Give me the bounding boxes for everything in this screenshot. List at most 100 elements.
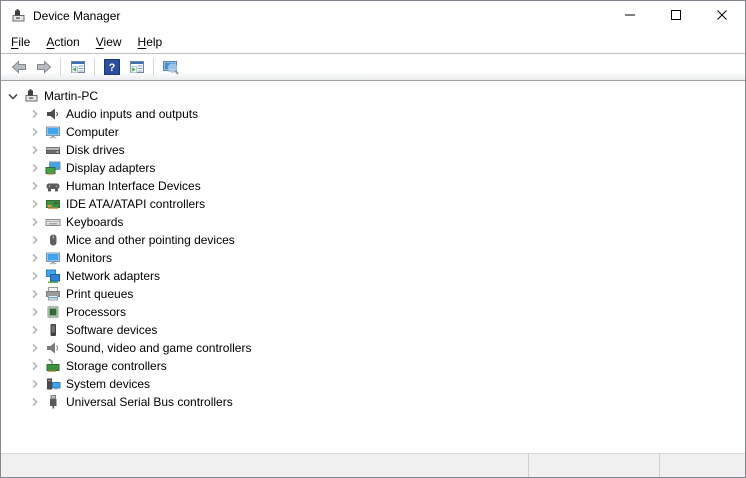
printer-icon (45, 286, 61, 302)
tree-item[interactable]: Keyboards (27, 213, 745, 231)
tree-item[interactable]: Computer (27, 123, 745, 141)
keyboard-icon (45, 214, 61, 230)
console-tree-icon (70, 59, 86, 75)
computer-icon (45, 124, 61, 140)
tree-item[interactable]: Mice and other pointing devices (27, 231, 745, 249)
software-icon (45, 322, 61, 338)
chevron-right-icon[interactable] (27, 394, 43, 410)
tree-item[interactable]: Monitors (27, 249, 745, 267)
tree-item[interactable]: Network adapters (27, 267, 745, 285)
show-hide-console-tree-button[interactable] (65, 56, 90, 78)
menu-item-help[interactable]: Help (130, 32, 171, 52)
title-bar[interactable]: Device Manager (1, 1, 745, 31)
svg-text:?: ? (108, 62, 115, 74)
tree-item[interactable]: Universal Serial Bus controllers (27, 393, 745, 411)
properties-icon (129, 59, 145, 75)
storage-icon (45, 358, 61, 374)
help-button[interactable]: ? (99, 56, 124, 78)
chevron-right-icon[interactable] (27, 358, 43, 374)
forward-button[interactable] (31, 56, 56, 78)
chevron-right-icon[interactable] (27, 196, 43, 212)
tree-item-label: Computer (66, 125, 119, 139)
status-pane-end (659, 454, 745, 477)
tree-item[interactable]: Human Interface Devices (27, 177, 745, 195)
audio-icon (45, 106, 61, 122)
tree-item[interactable]: Disk drives (27, 141, 745, 159)
tree-item-label: Audio inputs and outputs (66, 107, 198, 121)
disk-icon (45, 142, 61, 158)
minimize-button[interactable] (607, 1, 653, 31)
minimize-icon (622, 7, 638, 26)
chevron-right-icon[interactable] (27, 106, 43, 122)
tree-item[interactable]: Audio inputs and outputs (27, 105, 745, 123)
status-bar (1, 453, 745, 477)
tree-item-label: IDE ATA/ATAPI controllers (66, 197, 205, 211)
scan-icon (163, 59, 179, 75)
menu-item-action[interactable]: Action (38, 32, 87, 52)
chevron-right-icon[interactable] (27, 178, 43, 194)
properties-button[interactable] (124, 56, 149, 78)
chevron-right-icon[interactable] (27, 304, 43, 320)
tree-item-label: Mice and other pointing devices (66, 233, 235, 247)
toolbar: ? (1, 54, 745, 81)
chevron-right-icon[interactable] (27, 142, 43, 158)
tree-item-label: Network adapters (66, 269, 160, 283)
sound-icon (45, 340, 61, 356)
menu-bar: FileActionViewHelp (1, 31, 745, 54)
back-button[interactable] (6, 56, 31, 78)
status-pane-main (1, 454, 528, 477)
chevron-right-icon[interactable] (27, 214, 43, 230)
chevron-right-icon[interactable] (27, 250, 43, 266)
chevron-right-icon[interactable] (27, 340, 43, 356)
tree-item-label: Universal Serial Bus controllers (66, 395, 233, 409)
tree-item[interactable]: Processors (27, 303, 745, 321)
tree-item-label: Sound, video and game controllers (66, 341, 251, 355)
chevron-down-icon[interactable] (5, 88, 21, 104)
tree-item-label: System devices (66, 377, 150, 391)
monitor-icon (45, 250, 61, 266)
back-arrow-icon (11, 59, 27, 75)
window-controls (607, 1, 745, 31)
menu-item-view[interactable]: View (88, 32, 130, 52)
chevron-right-icon[interactable] (27, 160, 43, 176)
network-icon (45, 268, 61, 284)
tree-item-label: Disk drives (66, 143, 125, 157)
chevron-right-icon[interactable] (27, 286, 43, 302)
forward-arrow-icon (36, 59, 52, 75)
tree-item[interactable]: Sound, video and game controllers (27, 339, 745, 357)
toolbar-separator (60, 58, 61, 76)
device-tree[interactable]: Martin-PC Audio inputs and outputs Compute… (1, 81, 745, 453)
window-title: Device Manager (33, 9, 120, 23)
tree-root-item[interactable]: Martin-PC (5, 87, 745, 105)
tree-item-label: Print queues (66, 287, 133, 301)
chevron-right-icon[interactable] (27, 124, 43, 140)
tree-item[interactable]: System devices (27, 375, 745, 393)
device-manager-window: Device Manager FileActionViewHelp ? Mart… (0, 0, 746, 478)
device-manager-icon (10, 8, 26, 24)
chevron-right-icon[interactable] (27, 376, 43, 392)
tree-item-label: Keyboards (66, 215, 123, 229)
maximize-icon (668, 7, 684, 26)
tree-item-label: Martin-PC (44, 89, 98, 103)
close-button[interactable] (699, 1, 745, 31)
menu-item-file[interactable]: File (3, 32, 38, 52)
tree-item[interactable]: Software devices (27, 321, 745, 339)
help-icon: ? (104, 59, 120, 75)
tree-item-label: Human Interface Devices (66, 179, 201, 193)
processor-icon (45, 304, 61, 320)
chevron-right-icon[interactable] (27, 322, 43, 338)
chevron-right-icon[interactable] (27, 268, 43, 284)
tree-item[interactable]: Print queues (27, 285, 745, 303)
usb-icon (45, 394, 61, 410)
tree-item[interactable]: Display adapters (27, 159, 745, 177)
toolbar-separator (153, 58, 154, 76)
tree-item-label: Display adapters (66, 161, 155, 175)
tree-item[interactable]: IDE ATA/ATAPI controllers (27, 195, 745, 213)
chevron-right-icon[interactable] (27, 232, 43, 248)
tree-item[interactable]: Storage controllers (27, 357, 745, 375)
display-icon (45, 160, 61, 176)
tree-item-label: Monitors (66, 251, 112, 265)
scan-for-hardware-changes-button[interactable] (158, 56, 183, 78)
tree-item-label: Processors (66, 305, 126, 319)
maximize-button[interactable] (653, 1, 699, 31)
